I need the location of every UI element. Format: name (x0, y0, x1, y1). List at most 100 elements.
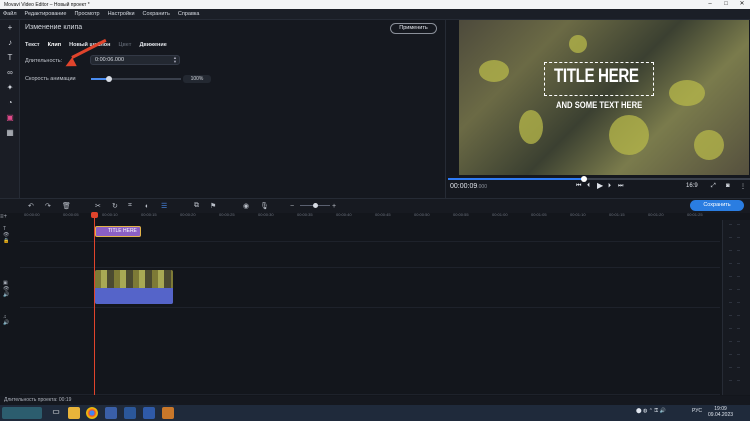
apply-button[interactable]: Применить (390, 23, 437, 34)
playhead[interactable] (94, 212, 95, 395)
tab-color[interactable]: Цвет (118, 42, 131, 48)
skip-start-icon[interactable]: ⏮ (576, 183, 581, 190)
mic-icon[interactable]: 🎙 (260, 202, 269, 210)
video-thumbnails (95, 270, 173, 288)
task-view-icon[interactable]: ▭ (50, 407, 62, 419)
close-button[interactable]: ✕ (734, 0, 750, 9)
menu-edit[interactable]: Редактирование (25, 11, 67, 17)
redo-icon[interactable]: ↷ (45, 202, 51, 210)
menu-view[interactable]: Просмотр (74, 11, 99, 17)
zoom-out-icon[interactable]: − (290, 203, 294, 210)
add-files-icon[interactable]: + (4, 23, 16, 33)
slider-knob[interactable] (106, 76, 112, 82)
export-save-button[interactable]: Сохранить (690, 200, 744, 211)
delete-icon[interactable]: 🗑 (62, 202, 71, 210)
chrome-icon[interactable] (86, 407, 98, 419)
duration-field[interactable]: 0:00:06.000 ▲ ▼ (90, 55, 180, 65)
tab-clip[interactable]: Клип (48, 42, 62, 48)
duration-value: 0:00:06.000 (95, 57, 125, 63)
timecode-main: 00:00:09 (450, 183, 478, 190)
skip-end-icon[interactable]: ⏭ (618, 183, 623, 190)
ruler-tick-label: 00:01:05 (531, 212, 547, 217)
preview-progress[interactable] (448, 176, 750, 182)
video-clip[interactable] (95, 270, 173, 304)
tab-motion[interactable]: Движение (139, 42, 166, 48)
timeline-ruler[interactable]: 00:00:00 00:00:05 00:00:10 00:00:15 00:00:20… (20, 212, 720, 220)
window-titlebar: Movavi Video Editor – Новый проект * – □… (0, 0, 750, 9)
stickers-icon[interactable]: ◔ (4, 98, 16, 108)
tab-text[interactable]: Текст (25, 42, 40, 48)
ruler-tick-label: 00:00:40 (336, 212, 352, 217)
animation-speed-value[interactable]: 100% (183, 75, 211, 83)
ruler-tick-label: 00:00:55 (453, 212, 469, 217)
color-icon[interactable]: ◐ (145, 203, 149, 210)
prev-frame-icon[interactable]: ⏴ (587, 183, 590, 190)
title-clip[interactable]: TITLE HERE (95, 226, 141, 237)
aspect-ratio[interactable]: 16:9 (686, 183, 698, 189)
overlay-icon[interactable]: ⧉ (194, 202, 199, 210)
zoom-in-icon[interactable]: + (332, 203, 336, 210)
tray-icons[interactable]: ⬤ ◍ ⌃ ⚿ 🔊 (636, 408, 666, 414)
titles-icon[interactable]: T (4, 53, 16, 63)
clip-properties-icon[interactable]: ☰ (161, 202, 167, 210)
cut-icon[interactable]: ✂ (95, 202, 101, 210)
timeline-toolbar: ↶ ↷ 🗑 ✂ ↻ ⌗ ◐ ☰ ⧉ ⚑ ◉ 🎙 − + (0, 199, 750, 213)
menu-bar: Файл Редактирование Просмотр Настройки С… (0, 9, 750, 20)
project-duration: Длительность проекта: 00:19 (4, 397, 72, 403)
status-bar: Длительность проекта: 00:19 (0, 396, 750, 405)
crop-icon[interactable]: ⌗ (128, 202, 132, 210)
zoom-knob[interactable] (313, 203, 318, 208)
clock[interactable]: 19:09 09.04.2023 (708, 406, 733, 418)
animation-speed-label: Скорость анимации (25, 76, 76, 82)
marker-icon[interactable]: ⚑ (210, 202, 216, 210)
ruler-tick-label: 00:00:00 (24, 212, 40, 217)
fullscreen-icon[interactable]: ⤢ (711, 183, 716, 190)
duration-label: Длительность: (25, 58, 63, 64)
ruler-tick-label: 00:01:20 (648, 212, 664, 217)
explorer-icon[interactable] (68, 407, 80, 419)
menu-settings[interactable]: Настройки (108, 11, 135, 17)
maximize-button[interactable]: □ (718, 0, 734, 9)
movavi-icon[interactable] (143, 407, 155, 419)
voiceover-icon[interactable]: ◉ (243, 202, 249, 210)
clip-properties-panel: Изменение клипа Применить Текст Клип Нов… (20, 20, 445, 198)
ruler-tick-label: 00:00:35 (297, 212, 313, 217)
clip-audio-waveform (95, 288, 173, 304)
snapshot-icon[interactable]: ◙ (726, 183, 730, 189)
word-icon[interactable] (124, 407, 136, 419)
ruler-tick-label: 00:00:45 (375, 212, 391, 217)
ruler-tick-label: 00:00:50 (414, 212, 430, 217)
panel-title: Изменение клипа (25, 24, 83, 31)
filters-icon[interactable]: ♪ (4, 38, 16, 48)
progress-fill (448, 178, 584, 180)
rotate-icon[interactable]: ↻ (112, 202, 118, 210)
audio-track[interactable] (20, 308, 720, 395)
undo-icon[interactable]: ↶ (28, 202, 34, 210)
effects-icon[interactable]: ✦ (4, 83, 16, 93)
more-tools-icon[interactable]: ▣ (4, 113, 16, 123)
add-track-icon[interactable]: ≡+ (0, 214, 20, 220)
minimize-button[interactable]: – (702, 0, 718, 9)
weather-widget[interactable] (2, 407, 42, 419)
stepper-icon[interactable]: ▲ ▼ (173, 56, 177, 64)
ruler-tick-label: 00:01:25 (687, 212, 703, 217)
language-indicator[interactable]: РУС (692, 408, 702, 414)
next-frame-icon[interactable]: ⏵ (608, 183, 611, 190)
menu-help[interactable]: Справка (178, 11, 200, 17)
play-icon[interactable]: ▶ (597, 181, 603, 190)
progress-knob[interactable] (580, 176, 587, 182)
menu-file[interactable]: Файл (3, 11, 17, 17)
menu-save[interactable]: Сохранить (143, 11, 170, 17)
empty-track[interactable] (20, 242, 720, 268)
more-icon[interactable]: ⋮ (740, 183, 746, 190)
app-icon[interactable] (162, 407, 174, 419)
ruler-tick-label: 00:00:25 (219, 212, 235, 217)
timecode-frames: 000 (478, 184, 487, 190)
animation-speed-slider[interactable] (91, 76, 181, 82)
transitions-icon[interactable]: ∞ (4, 68, 16, 78)
video-preview[interactable]: TITLE HERE AND SOME TEXT HERE (459, 20, 749, 175)
title-clip-label: TITLE HERE (108, 228, 137, 234)
photos-icon[interactable] (105, 407, 117, 419)
preview-title-text: TITLE HERE (554, 66, 639, 87)
grid-icon[interactable]: ▦ (4, 128, 16, 138)
